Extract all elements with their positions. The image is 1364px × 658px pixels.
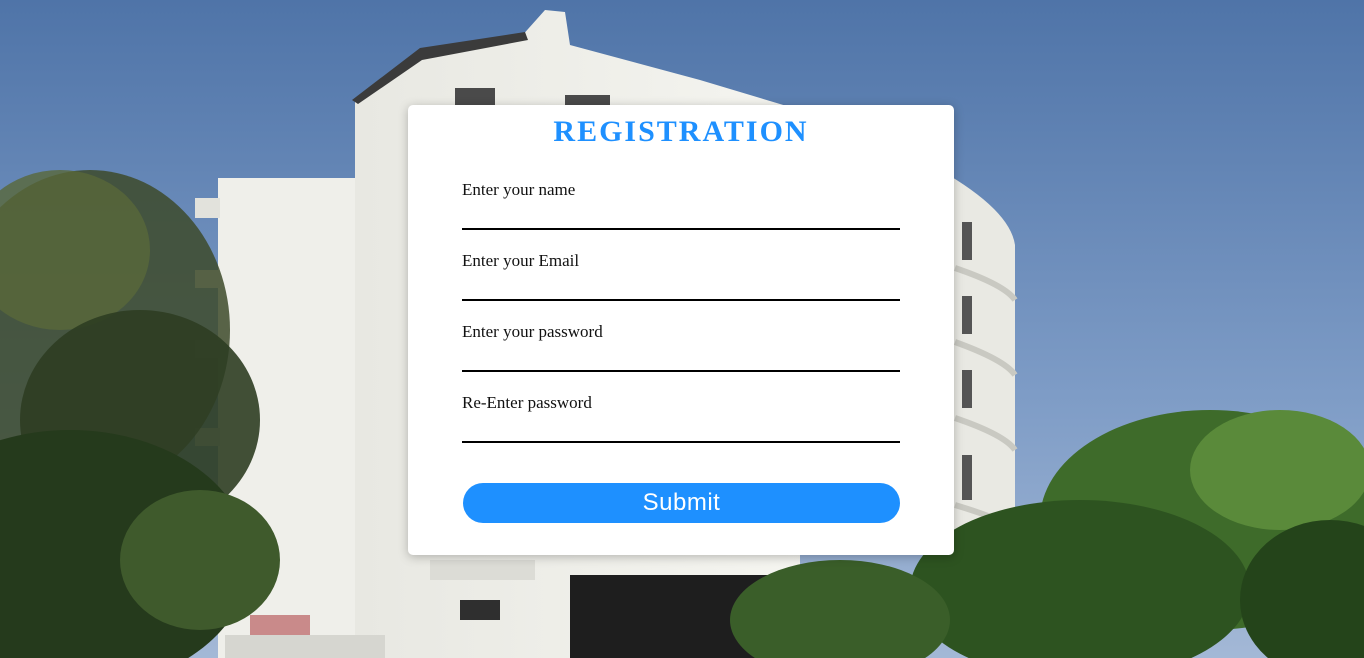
email-label: Enter your Email — [462, 251, 580, 270]
password-field-group: Enter your password — [462, 322, 900, 372]
confirm-password-label: Re-Enter password — [462, 393, 592, 412]
password-input[interactable] — [462, 344, 900, 372]
submit-button[interactable]: Submit — [463, 483, 900, 523]
email-field-group: Enter your Email — [462, 251, 900, 301]
password-label: Enter your password — [462, 322, 603, 341]
name-label: Enter your name — [462, 180, 576, 199]
confirm-password-input[interactable] — [462, 415, 900, 443]
form-title: REGISTRATION — [553, 115, 809, 148]
name-input[interactable] — [462, 202, 900, 230]
confirm-password-field-group: Re-Enter password — [462, 393, 900, 443]
registration-form: REGISTRATION Enter your name Enter your … — [408, 105, 954, 555]
email-input[interactable] — [462, 273, 900, 301]
name-field-group: Enter your name — [462, 180, 900, 230]
